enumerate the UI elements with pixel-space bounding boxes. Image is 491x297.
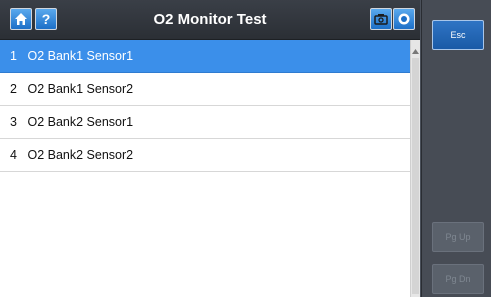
page-title: O2 Monitor Test — [153, 11, 267, 28]
help-button[interactable]: ? — [35, 8, 57, 30]
list-scrollbar[interactable] — [410, 40, 420, 297]
item-number: 2 — [10, 82, 17, 96]
title-bar: ? O2 Monitor Test — [0, 0, 420, 40]
list-item[interactable]: 4 O2 Bank2 Sensor2 — [0, 139, 410, 172]
item-number: 4 — [10, 148, 17, 162]
camera-icon — [374, 14, 388, 25]
sensor-list: 1 O2 Bank1 Sensor1 2 O2 Bank1 Sensor2 3 … — [0, 40, 410, 297]
item-number: 1 — [10, 49, 17, 63]
list-item[interactable]: 3 O2 Bank2 Sensor1 — [0, 106, 410, 139]
list-item[interactable]: 2 O2 Bank1 Sensor2 — [0, 73, 410, 106]
esc-button[interactable]: Esc — [432, 20, 484, 50]
list-item[interactable]: 1 O2 Bank1 Sensor1 — [0, 40, 410, 73]
item-number: 3 — [10, 115, 17, 129]
item-label: O2 Bank1 Sensor1 — [27, 49, 134, 63]
item-label: O2 Bank2 Sensor1 — [27, 115, 134, 129]
record-button[interactable] — [393, 8, 415, 30]
screenshot-button[interactable] — [370, 8, 392, 30]
help-icon: ? — [41, 11, 51, 27]
record-icon — [398, 13, 410, 25]
home-icon — [15, 13, 27, 25]
app-screen: ? O2 Monitor Test 1 O2 Bank1 Sensor1 2 O… — [0, 0, 491, 297]
side-panel: Esc Pg Up Pg Dn — [421, 0, 491, 297]
page-up-button[interactable]: Pg Up — [432, 222, 484, 252]
item-label: O2 Bank2 Sensor2 — [27, 148, 134, 162]
page-down-button[interactable]: Pg Dn — [432, 264, 484, 294]
scroll-thumb[interactable] — [412, 58, 419, 294]
home-button[interactable] — [10, 8, 32, 30]
item-label: O2 Bank1 Sensor2 — [27, 82, 134, 96]
scroll-up-button[interactable] — [411, 46, 420, 56]
arrow-up-icon — [412, 48, 419, 54]
